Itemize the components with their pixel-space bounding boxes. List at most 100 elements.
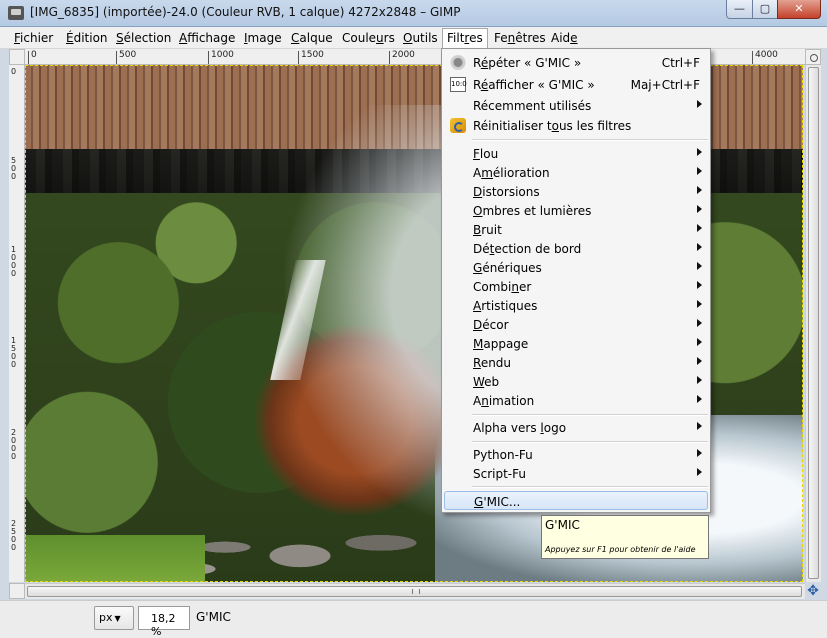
menu-item-recently-used[interactable]: Récemment utilisés xyxy=(444,96,708,115)
photo-rocks xyxy=(165,495,465,582)
menu-affichage[interactable]: Affichage xyxy=(175,30,239,46)
close-button[interactable]: ✕ xyxy=(777,0,821,19)
ruler-label: 1 5 0 0 xyxy=(11,336,17,369)
repeat-icon xyxy=(450,55,466,70)
submenu-arrow-icon xyxy=(697,148,702,156)
submenu-arrow-icon xyxy=(697,205,702,213)
horizontal-scroll-thumb[interactable] xyxy=(27,586,802,597)
menu-item-detection-bord[interactable]: Détection de bord xyxy=(444,239,708,258)
zoom-select[interactable]: 18,2 % xyxy=(138,606,190,638)
ruler-tick xyxy=(116,51,117,64)
window-title: [IMG_6835] (importée)-24.0 (Couleur RVB,… xyxy=(30,5,461,19)
ruler-label: 2000 xyxy=(392,50,415,60)
tooltip: G'MIC Appuyez sur F1 pour obtenir de l'a… xyxy=(541,515,709,559)
ruler-tick xyxy=(298,51,299,64)
submenu-arrow-icon xyxy=(697,319,702,327)
shortcut-label: Ctrl+F xyxy=(661,56,700,70)
navigate-icon[interactable]: ✥ xyxy=(805,583,821,599)
menu-item-reset-all-filters[interactable]: Réinitialiser tous les filtres xyxy=(444,116,708,135)
menu-item-rendu[interactable]: Rendu xyxy=(444,353,708,372)
menu-bar: Fichier Édition Sélection Affichage Imag… xyxy=(0,27,827,49)
submenu-arrow-icon xyxy=(697,243,702,251)
menu-item-artistiques[interactable]: Artistiques xyxy=(444,296,708,315)
menu-calque[interactable]: Calque xyxy=(287,30,337,46)
submenu-arrow-icon xyxy=(697,186,702,194)
menu-item-flou[interactable]: Flou xyxy=(444,144,708,163)
menu-item-amelioration[interactable]: Amélioration xyxy=(444,163,708,182)
submenu-arrow-icon xyxy=(697,224,702,232)
menu-item-ombres-lumieres[interactable]: Ombres et lumières xyxy=(444,201,708,220)
zoom-on-resize-button[interactable] xyxy=(805,49,821,65)
submenu-arrow-icon xyxy=(697,395,702,403)
menu-item-gmic[interactable]: G'MIC... xyxy=(444,491,708,510)
ruler-label: 1000 xyxy=(211,50,234,60)
menu-outils[interactable]: Outils xyxy=(399,30,442,46)
ruler-label: 2 5 0 0 xyxy=(11,519,17,552)
submenu-arrow-icon xyxy=(697,281,702,289)
ruler-label: 1 0 0 0 xyxy=(11,245,17,278)
menu-item-repeat-gmic[interactable]: Répéter « G'MIC » Ctrl+F xyxy=(444,53,708,72)
menu-edition[interactable]: Édition xyxy=(62,30,112,46)
menu-item-web[interactable]: Web xyxy=(444,372,708,391)
ruler-label: 1500 xyxy=(301,50,324,60)
minimize-button[interactable]: — xyxy=(726,0,753,19)
gimp-app-icon xyxy=(8,6,24,20)
menu-item-python-fu[interactable]: Python-Fu xyxy=(444,445,708,464)
menu-couleurs[interactable]: Couleurs xyxy=(338,30,399,46)
ruler-corner-button[interactable] xyxy=(9,49,25,65)
ruler-label: 4000 xyxy=(755,50,778,60)
status-bar: px ▼ 18,2 % G'MIC xyxy=(0,600,827,638)
menu-item-generiques[interactable]: Génériques xyxy=(444,258,708,277)
menu-item-decor[interactable]: Décor xyxy=(444,315,708,334)
submenu-arrow-icon xyxy=(697,100,702,108)
ruler-tick xyxy=(208,51,209,64)
photo-grass xyxy=(25,535,205,582)
submenu-arrow-icon xyxy=(697,376,702,384)
grip-icon xyxy=(412,589,420,594)
menu-item-distorsions[interactable]: Distorsions xyxy=(444,182,708,201)
ruler-label: 2 0 0 0 xyxy=(11,428,17,461)
menu-item-reshow-gmic[interactable]: 10:0 Réafficher « G'MIC » Maj+Ctrl+F xyxy=(444,75,708,94)
submenu-arrow-icon xyxy=(697,167,702,175)
menu-separator xyxy=(472,441,708,443)
quick-mask-toggle[interactable] xyxy=(9,583,25,599)
menu-separator xyxy=(472,486,708,488)
submenu-arrow-icon xyxy=(697,468,702,476)
submenu-arrow-icon xyxy=(697,449,702,457)
submenu-arrow-icon xyxy=(697,262,702,270)
menu-item-alpha-vers-logo[interactable]: Alpha vers logo xyxy=(444,418,708,437)
menu-item-mappage[interactable]: Mappage xyxy=(444,334,708,353)
maximize-button[interactable]: ▢ xyxy=(752,0,778,19)
menu-separator xyxy=(472,139,708,141)
status-message: G'MIC xyxy=(196,610,231,624)
vertical-scrollbar[interactable] xyxy=(805,65,821,582)
menu-selection[interactable]: Sélection xyxy=(112,30,175,46)
vertical-scroll-thumb[interactable] xyxy=(808,67,819,579)
filters-menu: Répéter « G'MIC » Ctrl+F 10:0 Réafficher… xyxy=(441,48,711,513)
horizontal-scrollbar[interactable] xyxy=(25,583,805,599)
reshow-icon: 10:0 xyxy=(450,77,467,92)
tooltip-hint: Appuyez sur F1 pour obtenir de l'aide xyxy=(545,545,696,554)
submenu-arrow-icon xyxy=(697,300,702,308)
menu-aide[interactable]: Aide xyxy=(547,30,582,46)
vertical-ruler[interactable]: 0 5 0 0 1 0 0 0 1 5 0 0 2 0 0 0 2 5 0 0 xyxy=(9,65,25,582)
unit-select[interactable]: px ▼ xyxy=(94,606,134,630)
menu-image[interactable]: Image xyxy=(240,30,286,46)
dropdown-arrow-icon: ▼ xyxy=(114,614,121,623)
ruler-tick xyxy=(28,51,29,64)
menu-item-combiner[interactable]: Combiner xyxy=(444,277,708,296)
ruler-label: 5 0 0 xyxy=(11,156,17,181)
menu-item-animation[interactable]: Animation xyxy=(444,391,708,410)
ruler-label: 0 xyxy=(11,67,17,76)
ruler-tick xyxy=(752,51,753,64)
title-bar: [IMG_6835] (importée)-24.0 (Couleur RVB,… xyxy=(0,0,827,27)
menu-item-script-fu[interactable]: Script-Fu xyxy=(444,464,708,483)
menu-item-bruit[interactable]: Bruit xyxy=(444,220,708,239)
submenu-arrow-icon xyxy=(697,338,702,346)
menu-filtres[interactable]: Filtres xyxy=(442,28,488,48)
menu-fenetres[interactable]: Fenêtres xyxy=(490,30,550,46)
menu-fichier[interactable]: Fichier xyxy=(10,30,57,46)
submenu-arrow-icon xyxy=(697,357,702,365)
submenu-arrow-icon xyxy=(697,422,702,430)
reset-icon xyxy=(450,118,466,133)
